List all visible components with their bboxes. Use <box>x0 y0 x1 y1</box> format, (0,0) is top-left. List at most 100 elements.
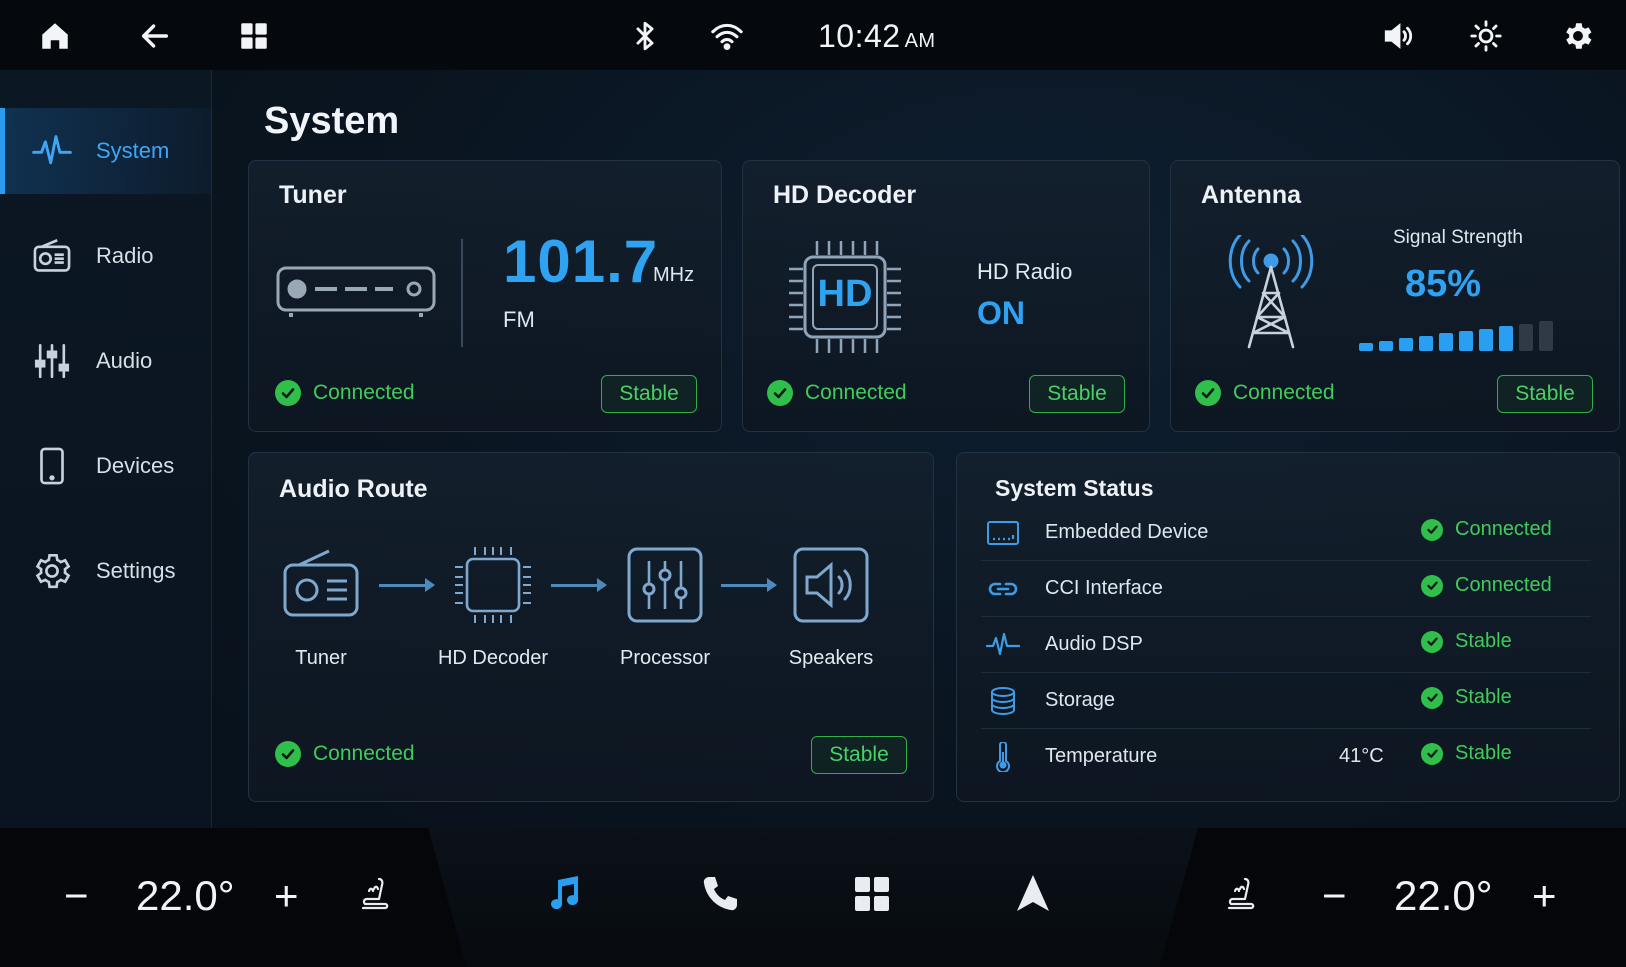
waveform-icon <box>985 629 1021 661</box>
link-icon <box>985 573 1021 605</box>
signal-bar <box>1379 340 1393 351</box>
route-node-speakers[interactable]: Speakers <box>771 543 891 670</box>
navigation-icon[interactable] <box>1006 866 1060 920</box>
status-row-label: CCI Interface <box>1045 577 1163 599</box>
page-title: System <box>264 100 400 142</box>
signal-bar <box>1359 343 1373 351</box>
sidebar-item-label: Settings <box>96 558 176 583</box>
card-title: HD Decoder <box>773 181 917 209</box>
connection-status: Connected <box>767 380 907 406</box>
status-text: Connected <box>1455 518 1552 540</box>
chip-text: HD <box>817 273 873 315</box>
card-title: System Status <box>995 475 1154 501</box>
status-text: Connected <box>1455 574 1552 596</box>
right-seat-heat-icon[interactable] <box>1218 872 1264 918</box>
antenna-card[interactable]: Antenna Signal Strength 85% Connected St… <box>1170 160 1620 432</box>
right-temp-increase-button[interactable]: + <box>1532 872 1557 920</box>
signal-bar <box>1439 333 1453 351</box>
route-arrow <box>551 578 607 592</box>
signal-bar <box>1519 323 1533 351</box>
wifi-icon[interactable] <box>706 15 748 57</box>
signal-strength-label: Signal Strength <box>1393 227 1523 248</box>
clock: 10:42 AM <box>818 18 936 55</box>
radio-icon <box>30 234 74 278</box>
sidebar-item-system[interactable]: System <box>0 108 212 194</box>
check-icon <box>767 380 793 406</box>
sidebar-item-radio[interactable]: Radio <box>0 213 212 299</box>
bottom-bar: − 22.0° + − 22.0° + <box>0 828 1626 967</box>
route-node-hd-decoder[interactable]: HD Decoder <box>433 543 553 670</box>
connection-status: Connected <box>275 380 415 406</box>
status-row-embedded-device[interactable]: Embedded Device Connected <box>981 505 1591 561</box>
status-row-value: Connected <box>1421 518 1552 541</box>
status-row-label: Embedded Device <box>1045 521 1209 543</box>
tuner-frequency: 101.7 <box>503 228 659 295</box>
status-row-label: Temperature <box>1045 745 1158 767</box>
hd-decoder-card[interactable]: HD Decoder HD HD Radio ON Connected Stab… <box>742 160 1150 432</box>
route-arrow <box>721 578 777 592</box>
route-node-processor[interactable]: Processor <box>605 543 725 670</box>
check-icon <box>1421 686 1443 709</box>
check-icon <box>1421 630 1443 653</box>
sidebar-item-devices[interactable]: Devices <box>0 423 212 509</box>
status-row-storage[interactable]: Storage Stable <box>981 673 1591 729</box>
settings-gear-icon[interactable] <box>1557 15 1599 57</box>
check-icon <box>275 741 301 767</box>
main-content: System Tuner 101.7 MHz FM Connected Stab… <box>212 70 1626 828</box>
apps-grid-icon[interactable] <box>846 868 898 920</box>
route-node-label: HD Decoder <box>437 647 549 669</box>
check-icon <box>1421 518 1443 541</box>
music-icon[interactable] <box>538 868 590 920</box>
tuner-band: FM <box>503 307 535 332</box>
thermometer-icon <box>985 741 1021 773</box>
route-node-label: Tuner <box>295 647 347 669</box>
connection-status: Connected <box>275 741 415 767</box>
hd-radio-label: HD Radio <box>977 259 1073 284</box>
audio-route-card[interactable]: Audio Route Tuner HD Decoder Processor S… <box>248 452 934 802</box>
brightness-icon[interactable] <box>1465 15 1507 57</box>
system-status-card: System Status Embedded Device Connected … <box>956 452 1620 802</box>
tuner-unit: MHz <box>653 264 695 286</box>
gear-icon <box>30 549 74 593</box>
home-icon[interactable] <box>34 15 76 57</box>
volume-icon[interactable] <box>1378 15 1420 57</box>
tuner-device-icon <box>275 265 437 319</box>
status-row-temperature[interactable]: Temperature 41°C Stable <box>981 729 1591 785</box>
route-node-label: Processor <box>619 647 711 669</box>
apps-grid-icon[interactable] <box>233 15 275 57</box>
antenna-tower-icon <box>1227 233 1315 351</box>
stable-badge: Stable <box>1029 375 1125 413</box>
sidebar-item-settings[interactable]: Settings <box>0 528 212 614</box>
route-node-tuner[interactable]: Tuner <box>261 543 381 670</box>
status-row-value: Stable <box>1421 630 1512 653</box>
signal-bar <box>1459 331 1473 351</box>
back-icon[interactable] <box>134 15 176 57</box>
left-temp-decrease-button[interactable]: − <box>64 872 89 920</box>
tuner-card[interactable]: Tuner 101.7 MHz FM Connected Stable <box>248 160 722 432</box>
signal-bar <box>1539 321 1553 351</box>
status-row-label: Storage <box>1045 689 1116 711</box>
signal-bar <box>1499 326 1513 351</box>
waveform-icon <box>30 129 74 173</box>
status-bar: 10:42 AM <box>0 0 1626 70</box>
signal-bar <box>1399 338 1413 351</box>
status-row-cci-interface[interactable]: CCI Interface Connected <box>981 561 1591 617</box>
left-seat-heat-icon[interactable] <box>352 872 398 918</box>
status-row-audio-dsp[interactable]: Audio DSP Stable <box>981 617 1591 673</box>
card-title: Antenna <box>1201 181 1301 209</box>
left-temp-increase-button[interactable]: + <box>274 872 299 920</box>
chip-icon: HD <box>787 239 903 355</box>
check-icon <box>1195 380 1221 406</box>
sidebar-item-label: Radio <box>96 243 154 268</box>
equalizer-icon <box>623 543 707 627</box>
bluetooth-icon[interactable] <box>624 15 666 57</box>
sidebar-item-audio[interactable]: Audio <box>0 318 212 404</box>
sidebar-item-label: Devices <box>96 453 175 478</box>
clock-time: 10:42 <box>818 18 901 54</box>
sidebar: System Radio Audio Devices Settings <box>0 70 212 828</box>
signal-bar <box>1419 335 1433 351</box>
phone-icon[interactable] <box>694 868 746 920</box>
sidebar-item-label: Audio <box>96 348 153 373</box>
status-row-value: Connected <box>1421 574 1552 597</box>
right-temp-decrease-button[interactable]: − <box>1322 872 1347 920</box>
